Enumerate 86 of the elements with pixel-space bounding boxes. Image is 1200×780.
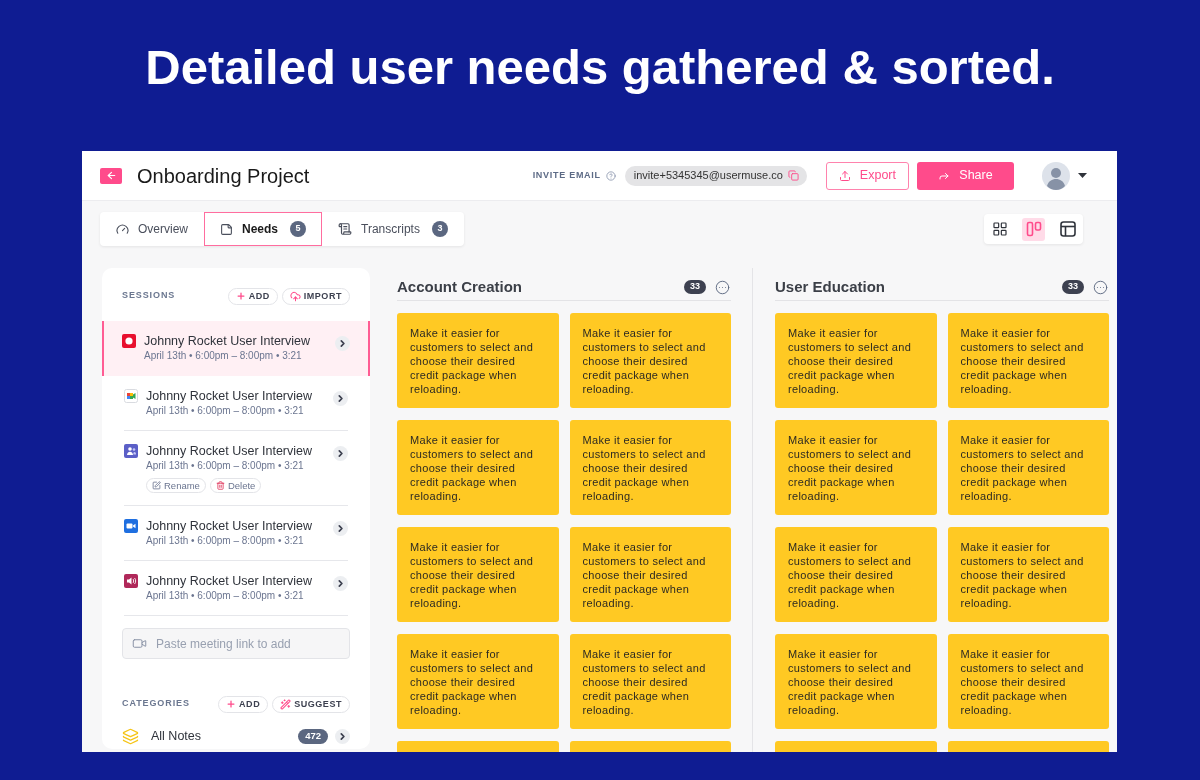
import-button[interactable]: IMPORT bbox=[281, 287, 350, 305]
session-meta: April 13th • 6:00pm – 8:00pm • 3:21 bbox=[144, 349, 303, 363]
people-app-icon bbox=[124, 444, 138, 458]
add-button[interactable]: ADD bbox=[218, 695, 269, 713]
invite-email: invite+5345345@usermuse.co bbox=[633, 168, 783, 184]
session-title: Johnny Rocket User Interview bbox=[146, 388, 314, 404]
grid-icon bbox=[991, 221, 1008, 237]
suggest-button[interactable]: SUGGEST bbox=[272, 695, 350, 713]
add-button[interactable]: ADD bbox=[227, 287, 278, 305]
category-label: All Notes bbox=[151, 727, 202, 745]
session-title: Johnny Rocket User Interview bbox=[146, 573, 314, 589]
camera-app-icon bbox=[124, 389, 138, 403]
session-item[interactable]: Johnny Rocket User Interview April 13th • 6:00pm – 8:00pm • 3:21 bbox=[102, 321, 370, 376]
column-title: Account Creation bbox=[397, 276, 522, 297]
delete-button[interactable]: Delete bbox=[209, 478, 262, 493]
note-card[interactable]: Make it easier for customers to select and choose their desired credit package when reloading. bbox=[775, 420, 937, 515]
record-icon bbox=[122, 334, 136, 348]
count-badge: 3 bbox=[431, 221, 448, 237]
note-card[interactable]: Make it easier for customers to select and choose their desired credit package when reloading. bbox=[397, 527, 559, 622]
caret-icon[interactable] bbox=[1078, 173, 1087, 178]
tab[interactable]: Needs 5 bbox=[204, 212, 323, 246]
note-card[interactable]: Make it easier for customers to select and choose their desired credit package when reloading. bbox=[569, 313, 731, 408]
category-item[interactable]: All Notes 472 bbox=[102, 728, 370, 744]
chevron-icon[interactable] bbox=[333, 391, 348, 406]
section-label: CATEGORIES bbox=[122, 697, 190, 711]
scroll-icon bbox=[338, 222, 353, 236]
table-icon bbox=[1059, 221, 1076, 237]
gauge-icon bbox=[116, 222, 129, 236]
note-card[interactable]: Make it easier for customers to select and choose their desired credit package when reloading. bbox=[569, 634, 731, 729]
layers-icon bbox=[122, 727, 139, 745]
note-card[interactable]: Make it easier for customers to select and choose their desired credit package when reloading. bbox=[947, 313, 1109, 408]
sticky-note-icon bbox=[220, 222, 233, 236]
invite-email-field[interactable]: invite+5345345@usermuse.co bbox=[624, 165, 807, 186]
session-meta: April 13th • 6:00pm – 8:00pm • 3:21 bbox=[146, 534, 305, 548]
chevron-icon[interactable] bbox=[335, 728, 350, 744]
more-icon[interactable] bbox=[715, 279, 730, 295]
tab[interactable]: Overview bbox=[100, 212, 204, 246]
column-title: User Education bbox=[775, 276, 886, 297]
chevron-icon[interactable] bbox=[333, 576, 348, 591]
more-icon[interactable] bbox=[1093, 279, 1108, 295]
columns-icon bbox=[1025, 221, 1042, 237]
count-badge: 5 bbox=[290, 221, 307, 237]
rename-button[interactable]: Rename bbox=[146, 478, 206, 493]
count-badge: 33 bbox=[1062, 280, 1084, 294]
note-card[interactable]: Make it easier for customers to select and choose their desired credit package when reloading. bbox=[947, 527, 1109, 622]
note-card[interactable]: Make it easier for customers to select and choose their desired credit package when reloading. bbox=[775, 634, 937, 729]
link-input-field[interactable]: Paste meeting link to add bbox=[122, 628, 350, 659]
plus-icon bbox=[235, 291, 246, 301]
note-card[interactable]: Make it easier for customers to select and choose their desired credit package when reloading. bbox=[775, 527, 937, 622]
session-meta: April 13th • 6:00pm – 8:00pm • 3:21 bbox=[146, 459, 305, 473]
avatar-icon[interactable] bbox=[1042, 161, 1070, 190]
arrow-left-icon bbox=[105, 170, 117, 181]
session-meta: April 13th • 6:00pm – 8:00pm • 3:21 bbox=[146, 589, 305, 603]
chevron-icon[interactable] bbox=[335, 336, 350, 351]
chevron-icon[interactable] bbox=[333, 521, 348, 536]
board-view-button[interactable] bbox=[1022, 217, 1045, 241]
magic-wand-icon bbox=[280, 698, 292, 710]
upload-icon bbox=[838, 169, 851, 182]
note-card[interactable]: Make it easier for customers to select and choose their desired credit package when reloading. bbox=[947, 420, 1109, 515]
session-title: Johnny Rocket User Interview bbox=[146, 443, 314, 459]
video-camera-icon bbox=[124, 519, 138, 533]
count-badge: 472 bbox=[298, 728, 328, 744]
note-card[interactable]: Make it easier for customers to select and choose their desired credit package when reloading. bbox=[397, 313, 559, 408]
speaker-icon bbox=[124, 574, 138, 588]
session-title: Johnny Rocket User Interview bbox=[144, 333, 312, 349]
session-meta: April 13th • 6:00pm – 8:00pm • 3:21 bbox=[146, 404, 305, 418]
note-card[interactable]: Make it easier for customers to select and choose their desired credit package when reloading. bbox=[775, 313, 937, 408]
session-title: Johnny Rocket User Interview bbox=[146, 518, 314, 534]
copy-icon[interactable] bbox=[787, 170, 799, 181]
note-card[interactable]: Make it easier for customers to select and choose their desired credit package when reloading. bbox=[397, 420, 559, 515]
pencil-icon bbox=[152, 481, 161, 490]
video-camera-icon bbox=[132, 636, 147, 651]
section-label: SESSIONS bbox=[122, 289, 176, 303]
note-card[interactable]: Make it easier for customers to select and choose their desired credit package when reloading. bbox=[569, 420, 731, 515]
note-card[interactable]: Make it easier for customers to select and choose their desired credit package when reloading. bbox=[947, 634, 1109, 729]
chevron-icon[interactable] bbox=[333, 446, 348, 461]
tab[interactable]: Transcripts 3 bbox=[322, 212, 464, 246]
note-card[interactable]: Make it easier for customers to select and choose their desired credit package when reloading. bbox=[397, 634, 559, 729]
cloud-upload-icon bbox=[289, 290, 301, 302]
back-button[interactable] bbox=[100, 167, 122, 184]
trash-icon bbox=[215, 481, 225, 490]
plus-icon bbox=[226, 699, 237, 709]
count-badge: 33 bbox=[684, 280, 706, 294]
invite-label: INVITE EMAIL bbox=[532, 168, 601, 182]
note-card[interactable]: Make it easier for customers to select and choose their desired credit package when reloading. bbox=[569, 527, 731, 622]
project-title: Onboarding Project bbox=[137, 163, 310, 189]
